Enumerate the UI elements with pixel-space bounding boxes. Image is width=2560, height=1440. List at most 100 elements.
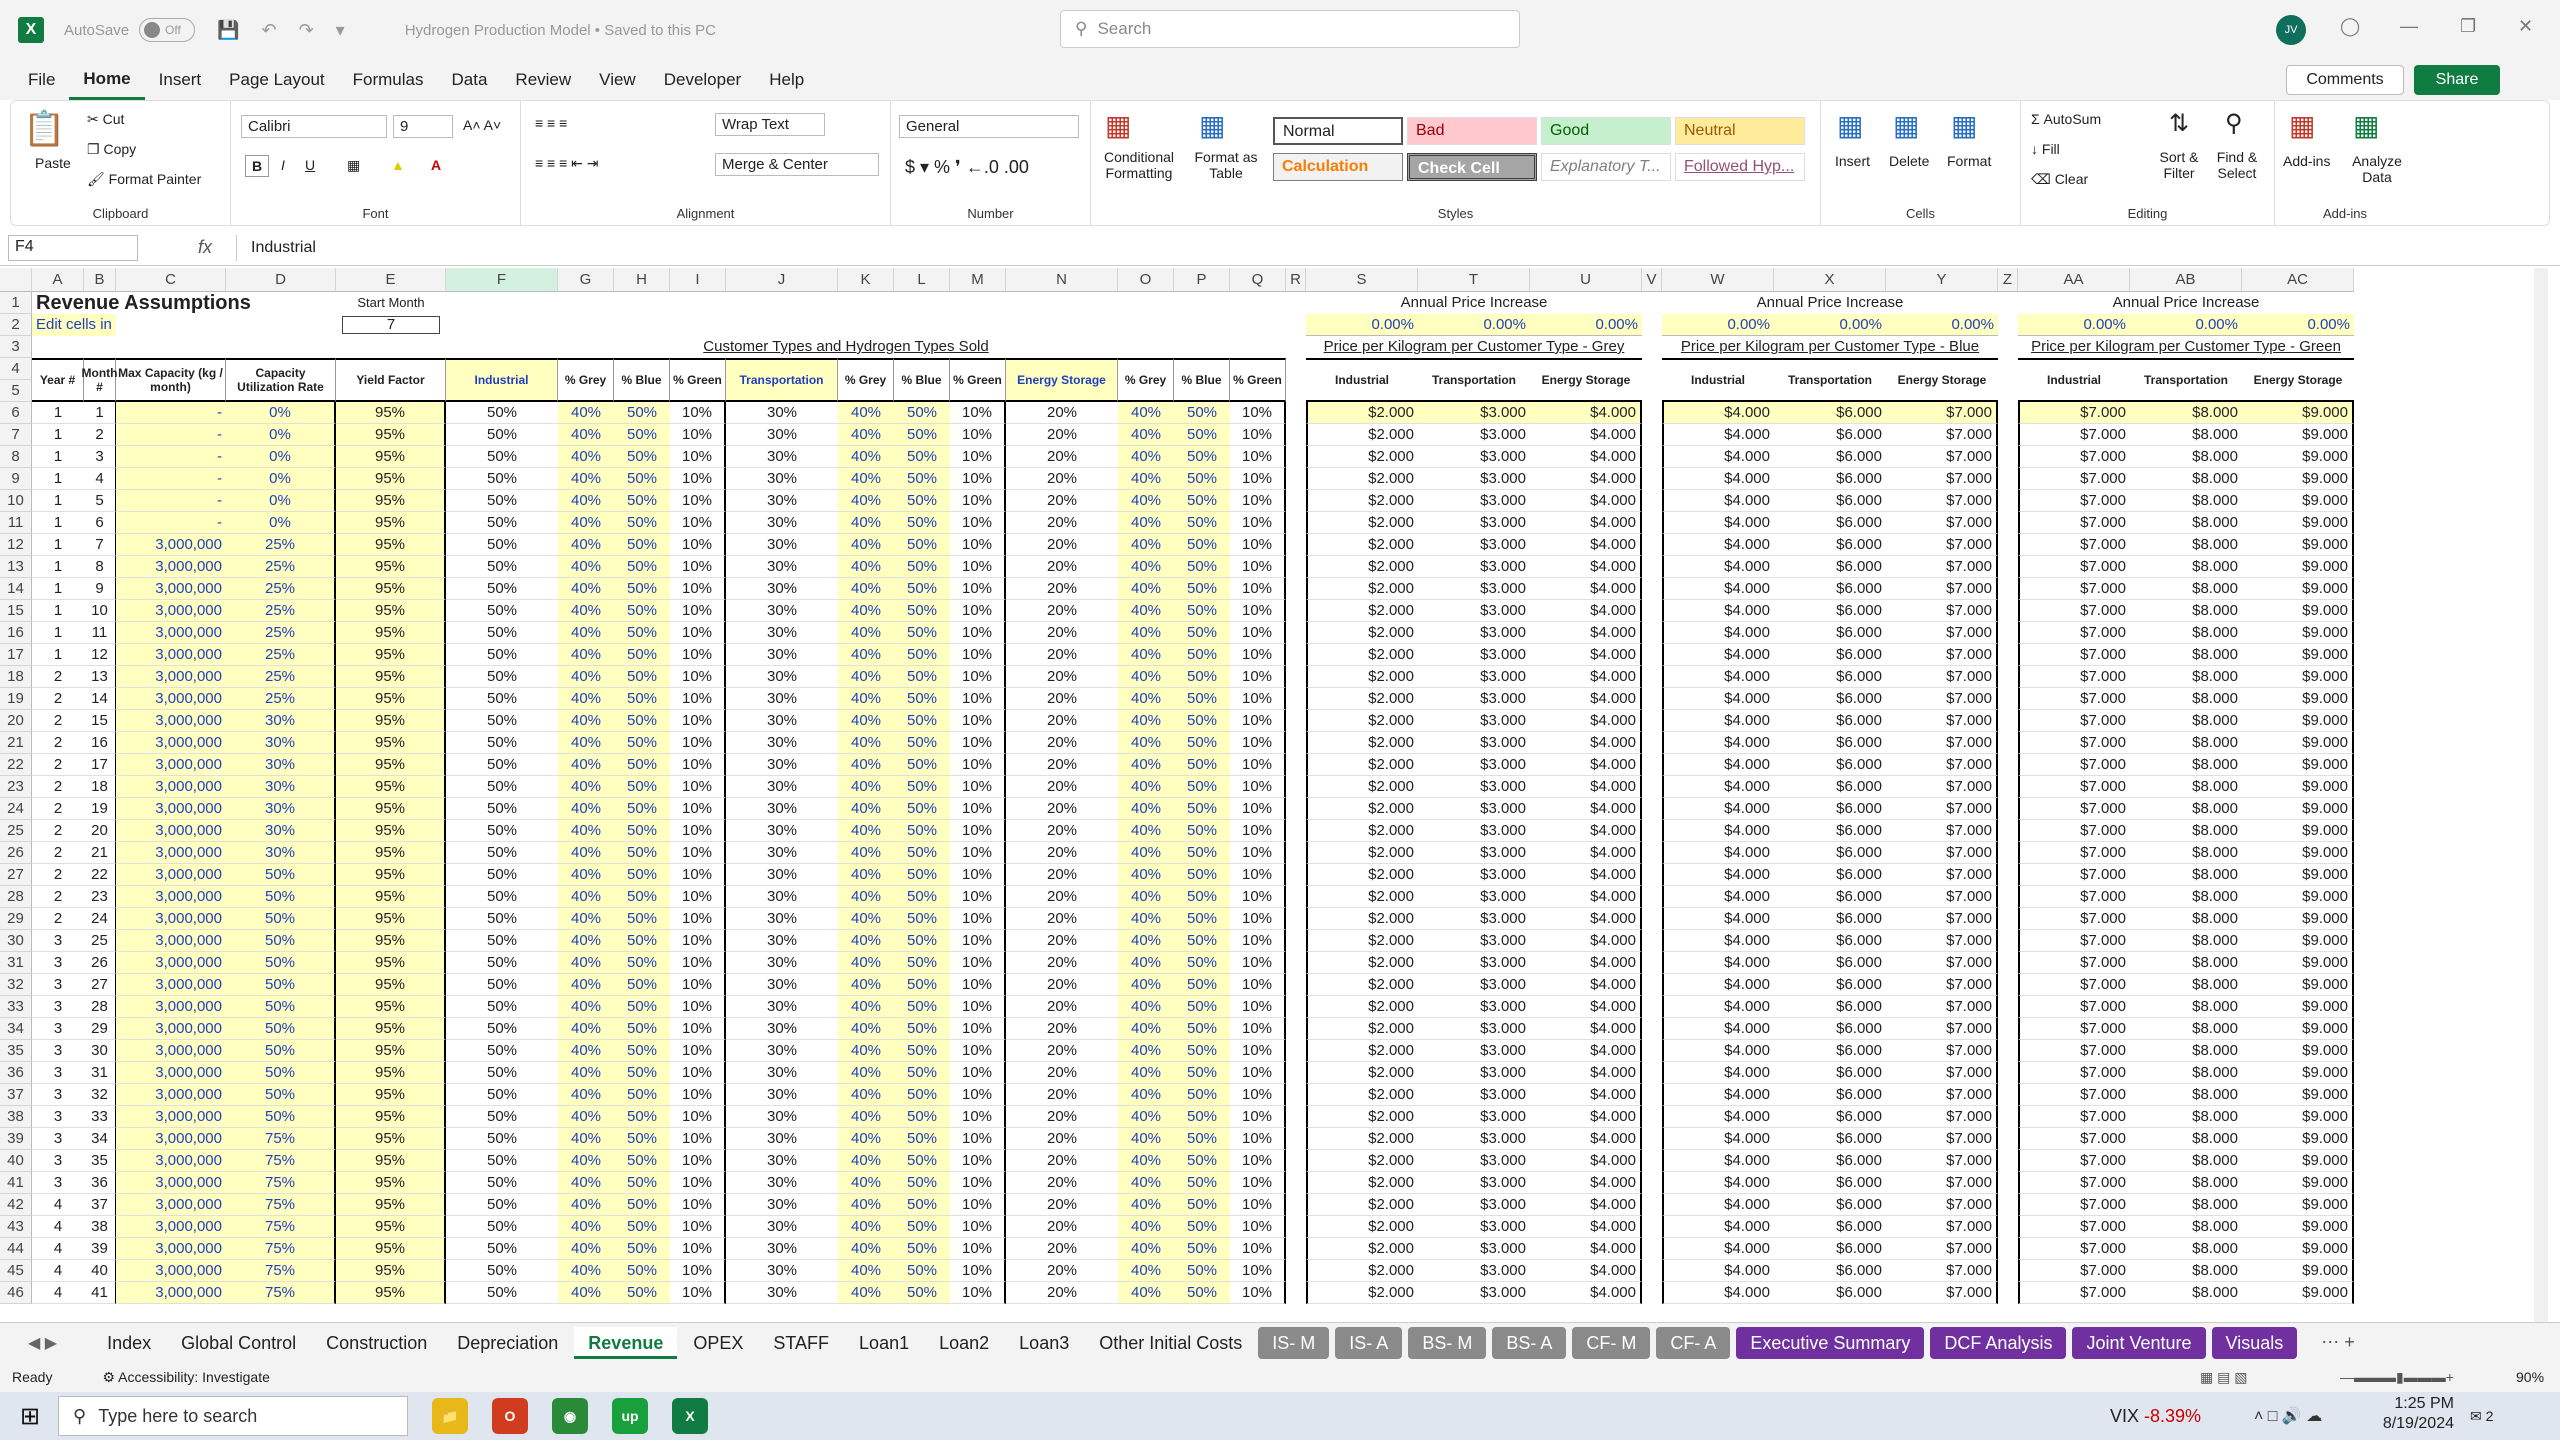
table-cell[interactable]: 1 <box>32 534 84 556</box>
table-cell[interactable]: 40% <box>838 996 894 1018</box>
price-cell[interactable]: $7.000 <box>1886 1238 1998 1260</box>
table-cell[interactable]: 10% <box>670 578 726 600</box>
column-heading[interactable]: % Green <box>950 358 1006 402</box>
table-cell[interactable]: 40% <box>1118 710 1174 732</box>
price-cell[interactable]: $9.000 <box>2242 622 2354 644</box>
table-cell[interactable]: 50% <box>614 1018 670 1040</box>
table-cell[interactable]: 10% <box>1230 1260 1286 1282</box>
price-cell[interactable]: $8.000 <box>2130 1128 2242 1150</box>
table-cell[interactable]: 50% <box>1174 402 1230 424</box>
price-cell[interactable]: $2.000 <box>1306 754 1418 776</box>
table-cell[interactable]: 1 <box>32 424 84 446</box>
tab-bs-m[interactable]: BS- M <box>1408 1326 1487 1359</box>
table-cell[interactable]: 2 <box>32 776 84 798</box>
price-cell[interactable]: $4.000 <box>1662 688 1774 710</box>
price-heading[interactable]: Industrial <box>2018 358 2130 402</box>
format-as-table-button[interactable]: Format as Table <box>1191 149 1261 181</box>
table-cell[interactable]: 95% <box>336 1040 446 1062</box>
table-cell[interactable]: 10 <box>84 600 116 622</box>
table-cell[interactable]: 10% <box>1230 490 1286 512</box>
table-cell[interactable]: 50% <box>226 1062 336 1084</box>
table-cell[interactable]: 40% <box>1118 1216 1174 1238</box>
table-cell[interactable]: 10% <box>950 908 1006 930</box>
table-cell[interactable]: 10% <box>950 446 1006 468</box>
table-cell[interactable]: 50% <box>446 490 558 512</box>
price-cell[interactable]: $9.000 <box>2242 1084 2354 1106</box>
table-cell[interactable]: 10% <box>950 1194 1006 1216</box>
table-cell[interactable]: 20% <box>1006 820 1118 842</box>
table-cell[interactable]: 50% <box>446 468 558 490</box>
table-cell[interactable]: 3,000,000 <box>116 1084 226 1106</box>
table-cell[interactable]: 50% <box>894 732 950 754</box>
table-cell[interactable]: 10% <box>1230 1238 1286 1260</box>
table-cell[interactable]: 50% <box>226 1018 336 1040</box>
table-cell[interactable]: 10% <box>950 754 1006 776</box>
analyze-data-icon[interactable]: ▦ <box>2353 109 2379 142</box>
table-cell[interactable]: 50% <box>1174 974 1230 996</box>
price-cell[interactable]: $7.000 <box>1886 798 1998 820</box>
table-cell[interactable]: 30% <box>726 490 838 512</box>
table-cell[interactable]: 10% <box>1230 732 1286 754</box>
table-cell[interactable]: 50% <box>614 974 670 996</box>
table-cell[interactable]: 26 <box>84 952 116 974</box>
price-cell[interactable]: $4.000 <box>1662 754 1774 776</box>
table-cell[interactable]: 3,000,000 <box>116 666 226 688</box>
table-cell[interactable]: 3,000,000 <box>116 1238 226 1260</box>
table-cell[interactable]: 10% <box>670 732 726 754</box>
price-cell[interactable]: $2.000 <box>1306 644 1418 666</box>
table-cell[interactable]: 95% <box>336 864 446 886</box>
column-heading[interactable]: % Green <box>670 358 726 402</box>
price-cell[interactable]: $4.000 <box>1530 1062 1642 1084</box>
price-cell[interactable]: $7.000 <box>1886 930 1998 952</box>
price-cell[interactable]: $3.000 <box>1418 556 1530 578</box>
table-cell[interactable]: 4 <box>32 1260 84 1282</box>
table-cell[interactable]: 2 <box>84 424 116 446</box>
table-cell[interactable]: 30% <box>726 864 838 886</box>
table-cell[interactable]: 40% <box>558 1216 614 1238</box>
minimize-icon[interactable]: — <box>2400 16 2418 37</box>
table-cell[interactable]: 50% <box>614 446 670 468</box>
table-cell[interactable]: 10% <box>950 996 1006 1018</box>
table-cell[interactable]: 50% <box>894 820 950 842</box>
price-cell[interactable]: $6.000 <box>1774 1084 1886 1106</box>
find-select-button[interactable]: Find & Select <box>2207 149 2267 181</box>
table-cell[interactable]: 3,000,000 <box>116 710 226 732</box>
table-cell[interactable]: 95% <box>336 842 446 864</box>
table-cell[interactable]: 21 <box>84 842 116 864</box>
price-cell[interactable]: $4.000 <box>1530 842 1642 864</box>
table-cell[interactable]: 10% <box>950 1062 1006 1084</box>
table-cell[interactable]: 50% <box>894 754 950 776</box>
table-cell[interactable]: 27 <box>84 974 116 996</box>
table-cell[interactable]: 10% <box>1230 930 1286 952</box>
price-cell[interactable]: $6.000 <box>1774 1238 1886 1260</box>
price-cell[interactable]: $4.000 <box>1662 1084 1774 1106</box>
price-cell[interactable]: $6.000 <box>1774 644 1886 666</box>
price-cell[interactable]: $7.000 <box>2018 1282 2130 1304</box>
price-cell[interactable]: $4.000 <box>1530 974 1642 996</box>
merge-center-button[interactable]: Merge & Center <box>715 153 879 176</box>
table-cell[interactable]: 40% <box>1118 864 1174 886</box>
price-cell[interactable]: $7.000 <box>2018 644 2130 666</box>
price-cell[interactable]: $2.000 <box>1306 974 1418 996</box>
table-cell[interactable]: 50% <box>894 512 950 534</box>
table-cell[interactable]: 3 <box>32 1062 84 1084</box>
table-cell[interactable]: 50% <box>894 1216 950 1238</box>
annual-price-increase-input[interactable]: 0.00% <box>1662 314 1774 336</box>
price-cell[interactable]: $3.000 <box>1418 666 1530 688</box>
table-cell[interactable]: 1 <box>32 644 84 666</box>
table-cell[interactable]: 10% <box>670 556 726 578</box>
table-cell[interactable]: 50% <box>614 1172 670 1194</box>
table-cell[interactable]: 2 <box>32 864 84 886</box>
column-heading[interactable]: Yield Factor <box>336 358 446 402</box>
table-cell[interactable]: 40% <box>838 1282 894 1304</box>
table-cell[interactable]: 10% <box>670 842 726 864</box>
price-cell[interactable]: $4.000 <box>1662 820 1774 842</box>
price-cell[interactable]: $2.000 <box>1306 1282 1418 1304</box>
row-header[interactable]: 22 <box>0 754 32 776</box>
price-cell[interactable]: $6.000 <box>1774 666 1886 688</box>
table-cell[interactable]: 10% <box>1230 424 1286 446</box>
price-cell[interactable]: $7.000 <box>1886 1216 1998 1238</box>
price-cell[interactable]: $4.000 <box>1662 974 1774 996</box>
price-cell[interactable]: $3.000 <box>1418 996 1530 1018</box>
table-cell[interactable]: 50% <box>894 710 950 732</box>
